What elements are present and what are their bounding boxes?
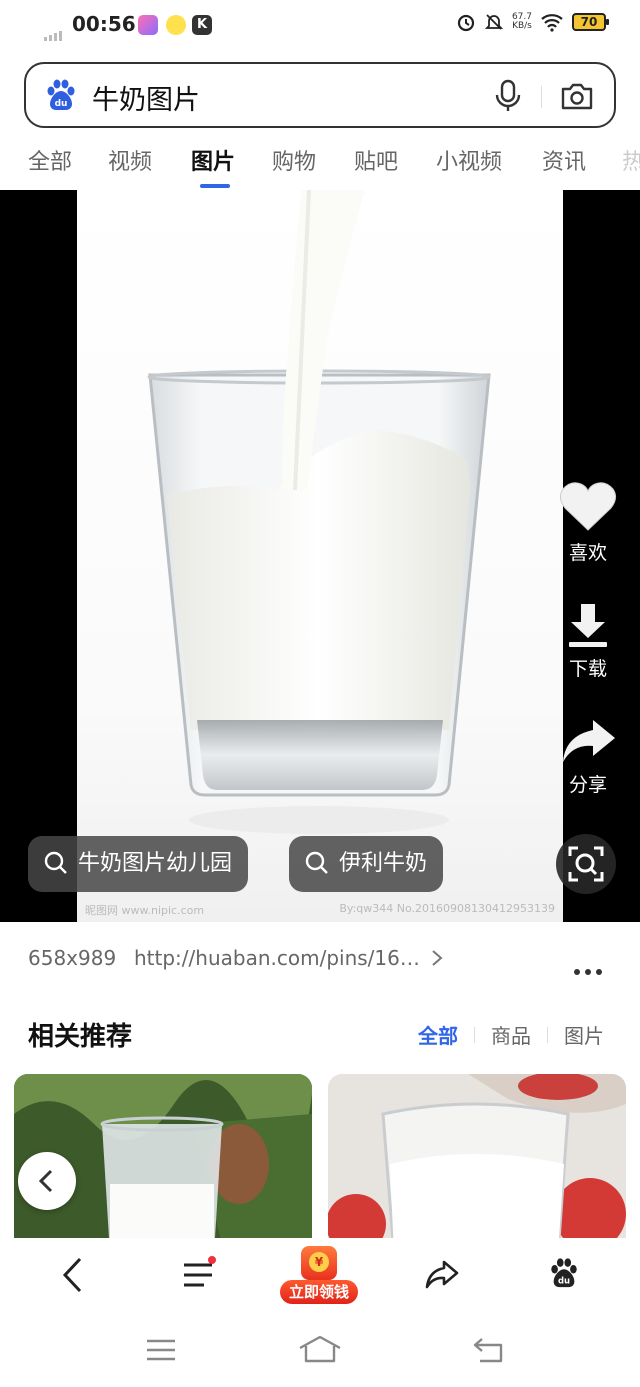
recent-apps-icon[interactable] — [146, 1338, 176, 1362]
related-image-card[interactable] — [328, 1074, 626, 1254]
filter-images[interactable]: 图片 — [564, 1020, 604, 1049]
alarm-icon — [457, 14, 475, 32]
share-label: 分享 — [568, 774, 607, 796]
status-bar: 00:56 K 67.7 KB/s 70 — [0, 0, 640, 52]
suggestion-chip[interactable]: 牛奶图片幼儿园 — [28, 836, 249, 892]
clock: 00:56 — [72, 12, 136, 36]
more-options-button[interactable] — [569, 956, 602, 980]
baidu-paw-icon: du — [47, 79, 75, 110]
search-input[interactable]: 牛奶图片 — [92, 78, 200, 117]
tab-video[interactable]: 视频 — [108, 144, 152, 176]
microphone-icon[interactable] — [494, 79, 522, 113]
dot — [574, 969, 580, 975]
image-info-bar: 658x989 http://huaban.com/pins/16… — [0, 934, 640, 984]
reward-button[interactable]: ¥ 立即领钱 — [280, 1246, 358, 1308]
search-icon — [305, 851, 328, 874]
chevron-right-icon — [432, 950, 443, 966]
tab-images[interactable]: 图片 — [191, 144, 235, 176]
download-button[interactable]: 下载 — [556, 600, 620, 681]
dot — [596, 969, 602, 975]
share-button[interactable]: 分享 — [556, 716, 620, 797]
related-image-milk-strawberry — [328, 1074, 626, 1254]
milk-glass-photo[interactable]: 昵图网 www.nipic.com By:qw344 No.2016090813… — [77, 190, 563, 922]
tab-all[interactable]: 全部 — [28, 144, 72, 176]
divider — [541, 86, 542, 108]
active-tab-indicator — [200, 184, 230, 188]
chevron-left-icon — [38, 1169, 53, 1193]
tab-short-video[interactable]: 小视频 — [436, 144, 502, 176]
app-notification-icon: K — [192, 15, 212, 35]
signal-icon — [44, 22, 64, 41]
share-arrow-icon — [563, 720, 615, 762]
tab-hot[interactable]: 热 — [622, 144, 640, 176]
share-icon[interactable] — [424, 1256, 460, 1292]
reward-label: 立即领钱 — [280, 1280, 358, 1304]
baidu-home-icon[interactable]: du — [548, 1256, 580, 1290]
related-filters: 全部 商品 图片 — [418, 1020, 604, 1049]
search-bar[interactable]: du 牛奶图片 — [24, 62, 616, 128]
divider — [547, 1026, 548, 1043]
back-nav-icon[interactable] — [472, 1336, 504, 1364]
battery-indicator: 70 — [572, 13, 609, 31]
visual-search-button[interactable] — [556, 834, 616, 894]
svg-text:du: du — [558, 1275, 570, 1285]
search-tabs: 全部 视频 图片 购物 贴吧 小视频 资讯 热 — [0, 140, 640, 190]
lens-scan-icon — [568, 846, 604, 882]
source-link[interactable]: http://huaban.com/pins/16… — [134, 946, 444, 970]
mute-icon — [484, 14, 504, 30]
divider — [474, 1026, 475, 1043]
back-arrow-icon[interactable] — [58, 1256, 88, 1294]
camera-icon[interactable] — [560, 80, 594, 112]
related-heading: 相关推荐 — [28, 1022, 133, 1052]
network-speed: 67.7 KB/s — [511, 12, 532, 31]
wifi-icon — [541, 14, 563, 32]
milk-glass-illustration — [147, 190, 491, 834]
suggestion-chip[interactable]: 伊利牛奶 — [289, 836, 444, 892]
coin-icon: ¥ — [309, 1252, 329, 1272]
image-viewer[interactable]: 昵图网 www.nipic.com By:qw344 No.2016090813… — [0, 190, 640, 922]
like-button[interactable]: 喜欢 — [556, 480, 620, 565]
download-label: 下载 — [568, 658, 607, 680]
app-notification-icon — [138, 15, 158, 35]
tab-tieba[interactable]: 贴吧 — [354, 144, 398, 176]
app-notification-icon — [166, 15, 186, 35]
bottom-toolbar: ¥ 立即领钱 du — [0, 1238, 640, 1312]
heart-icon — [559, 482, 617, 531]
system-navigation-bar — [0, 1312, 640, 1387]
watermark: 昵图网 www.nipic.com By:qw344 No.2016090813… — [85, 902, 555, 917]
dot — [585, 969, 591, 975]
download-icon — [569, 604, 607, 647]
filter-all[interactable]: 全部 — [418, 1020, 458, 1049]
like-label: 喜欢 — [568, 542, 607, 564]
back-floating-button[interactable] — [18, 1152, 76, 1210]
search-icon — [44, 851, 67, 874]
tab-news[interactable]: 资讯 — [542, 144, 586, 176]
filter-products[interactable]: 商品 — [491, 1020, 531, 1049]
svg-text:du: du — [55, 99, 68, 109]
home-icon[interactable] — [298, 1334, 342, 1364]
tab-shopping[interactable]: 购物 — [272, 144, 316, 176]
image-dimensions: 658x989 — [28, 946, 117, 970]
notification-dot — [208, 1256, 216, 1264]
